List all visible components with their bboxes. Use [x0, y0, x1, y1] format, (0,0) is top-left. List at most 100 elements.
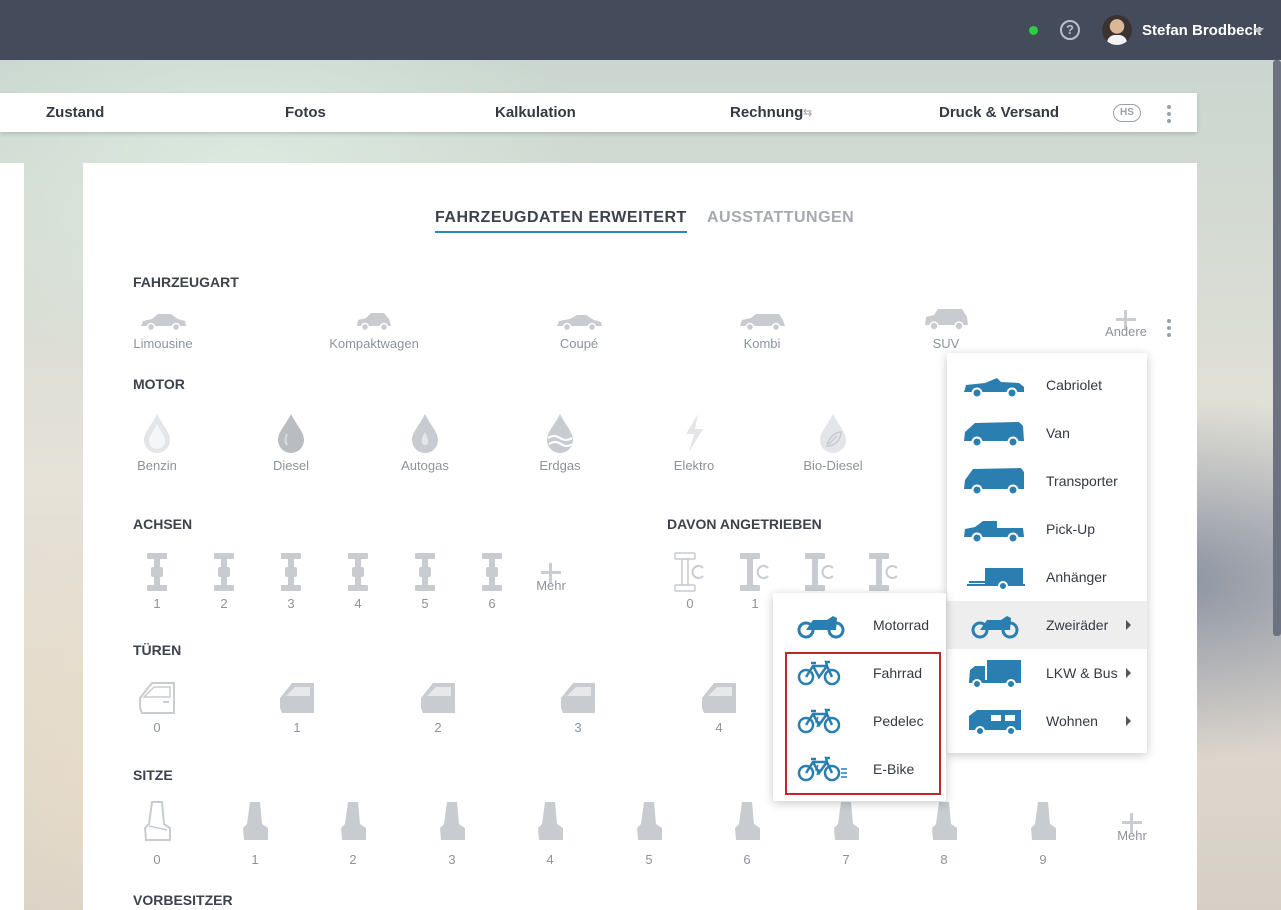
option-tueren-0[interactable]: 0 [102, 680, 212, 735]
option-sitze-3[interactable]: 3 [397, 800, 507, 867]
suv-icon [925, 309, 968, 331]
nav-item-druck-versand[interactable]: Druck & Versand [939, 104, 1059, 121]
option-elektro[interactable]: Elektro [639, 412, 749, 473]
option-sitze-mehr[interactable]: Mehr [1077, 824, 1187, 843]
menu-item-motorrad[interactable]: Motorrad [773, 601, 946, 649]
option-label: 2 [349, 852, 357, 867]
user-name[interactable]: Stefan Brodbeck [1142, 22, 1261, 39]
seat-icon [834, 802, 859, 840]
section-title-achsen: ACHSEN [133, 516, 193, 532]
option-label: 8 [940, 852, 948, 867]
option-label: 3 [574, 720, 582, 735]
option-sitze-5[interactable]: 5 [594, 800, 704, 867]
invoice-status-icon: ⇆ [803, 107, 813, 119]
option-sitze-4[interactable]: 4 [495, 800, 605, 867]
trailer-icon [967, 568, 1025, 591]
option-sitze-1[interactable]: 1 [200, 800, 310, 867]
cabriolet-icon [964, 378, 1024, 399]
option-benzin[interactable]: Benzin [102, 412, 212, 473]
seat-icon [538, 802, 563, 840]
option-autogas[interactable]: Autogas [370, 412, 480, 473]
menu-item-wohnen[interactable]: Wohnen [947, 697, 1147, 745]
avatar[interactable] [1102, 15, 1132, 45]
tab-fahrzeugdaten-erweitert[interactable]: FAHRZEUGDATEN ERWEITERT [435, 209, 687, 233]
menu-item-label: Cabriolet [1046, 377, 1103, 393]
option-kombi[interactable]: Kombi [707, 310, 817, 351]
option-andere[interactable]: Andere [1071, 320, 1181, 339]
chevron-right-icon [1126, 620, 1131, 630]
more-options-icon[interactable] [1167, 105, 1171, 126]
chevron-down-icon[interactable] [1254, 28, 1264, 34]
gas-flame-drop-icon [412, 414, 438, 453]
section-title-davon-angetrieben: DAVON ANGETRIEBEN [667, 516, 822, 532]
option-label: 1 [251, 852, 259, 867]
seat-icon [735, 802, 760, 840]
menu-item-label: Transporter [1046, 473, 1118, 489]
sedan-icon [141, 314, 186, 332]
nav-item-kalkulation[interactable]: Kalkulation [495, 104, 576, 121]
option-label: SUV [932, 336, 960, 351]
menu-item-label: Zweiräder [1046, 617, 1109, 633]
option-suv[interactable]: SUV [891, 306, 1001, 351]
menu-item-cabriolet[interactable]: Cabriolet [947, 361, 1147, 409]
option-label: 0 [153, 852, 161, 867]
option-kompaktwagen[interactable]: Kompaktwagen [319, 310, 429, 351]
lightning-icon [686, 414, 703, 452]
option-sitze-0[interactable]: 0 [102, 800, 212, 867]
option-angetrieben-3[interactable] [829, 552, 939, 592]
tab-ausstattungen[interactable]: AUSSTATTUNGEN [707, 209, 854, 227]
option-label: 1 [293, 720, 301, 735]
option-sitze-6[interactable]: 6 [692, 800, 802, 867]
option-tueren-4[interactable]: 4 [664, 680, 774, 735]
seat-icon [440, 802, 465, 840]
car-door-icon [702, 683, 736, 713]
driven-axle-icon [869, 553, 898, 591]
menu-item-label: Van [1046, 425, 1070, 441]
menu-item-pick-up[interactable]: Pick-Up [947, 505, 1147, 553]
menu-item-zweiraeder[interactable]: Zweiräder [947, 601, 1147, 649]
seat-icon [341, 802, 366, 840]
option-limousine[interactable]: Limousine [108, 310, 218, 351]
menu-item-van[interactable]: Van [947, 409, 1147, 457]
option-sitze-2[interactable]: 2 [298, 800, 408, 867]
menu-item-anhaenger[interactable]: Anhänger [947, 553, 1147, 601]
online-status-dot [1029, 26, 1038, 35]
help-icon[interactable]: ? [1060, 20, 1080, 40]
option-bio-diesel[interactable]: Bio-Diesel [778, 412, 888, 473]
option-label: Mehr [1117, 828, 1147, 843]
chevron-right-icon [1126, 668, 1131, 678]
option-diesel[interactable]: Diesel [236, 412, 346, 473]
compact-car-icon [357, 313, 391, 332]
menu-item-transporter[interactable]: Transporter [947, 457, 1147, 505]
nav-item-zustand[interactable]: Zustand [46, 104, 104, 121]
option-erdgas[interactable]: Erdgas [505, 412, 615, 473]
option-sitze-7[interactable]: 7 [791, 800, 901, 867]
option-label: 0 [153, 720, 161, 735]
option-tueren-1[interactable]: 1 [242, 680, 352, 735]
highlight-box [785, 652, 941, 795]
section-title-vorbesitzer: VORBESITZER [133, 892, 233, 908]
more-options-icon[interactable] [1167, 319, 1171, 340]
nav-item-rechnung[interactable]: Rechnung [730, 104, 803, 121]
axle-icon [415, 553, 435, 591]
menu-item-label: Wohnen [1046, 713, 1098, 729]
option-sitze-8[interactable]: 8 [889, 800, 999, 867]
option-tueren-2[interactable]: 2 [383, 680, 493, 735]
axle-icon [147, 553, 167, 591]
hs-badge[interactable]: HS [1113, 104, 1141, 122]
nav-item-fotos[interactable]: Fotos [285, 104, 326, 121]
pickup-icon [964, 521, 1024, 544]
oil-drop-icon [278, 414, 304, 453]
menu-item-lkw-bus[interactable]: LKW & Bus [947, 649, 1147, 697]
option-coupe[interactable]: Coupé [524, 310, 634, 351]
car-door-outline-icon [139, 682, 175, 714]
option-tueren-3[interactable]: 3 [523, 680, 633, 735]
option-achsen-mehr[interactable]: Mehr [496, 574, 606, 593]
option-label: Diesel [272, 458, 310, 473]
option-label: 9 [1039, 852, 1047, 867]
seat-icon [932, 802, 957, 840]
page-scrollbar[interactable] [1273, 60, 1281, 636]
vehicle-type-menu: Cabriolet Van Transporter Pick-Up Anhäng… [947, 353, 1147, 753]
workflow-nav: Zustand Fotos Kalkulation Rechnung ⇆ Dru… [0, 93, 1197, 132]
coupe-icon [557, 315, 602, 332]
